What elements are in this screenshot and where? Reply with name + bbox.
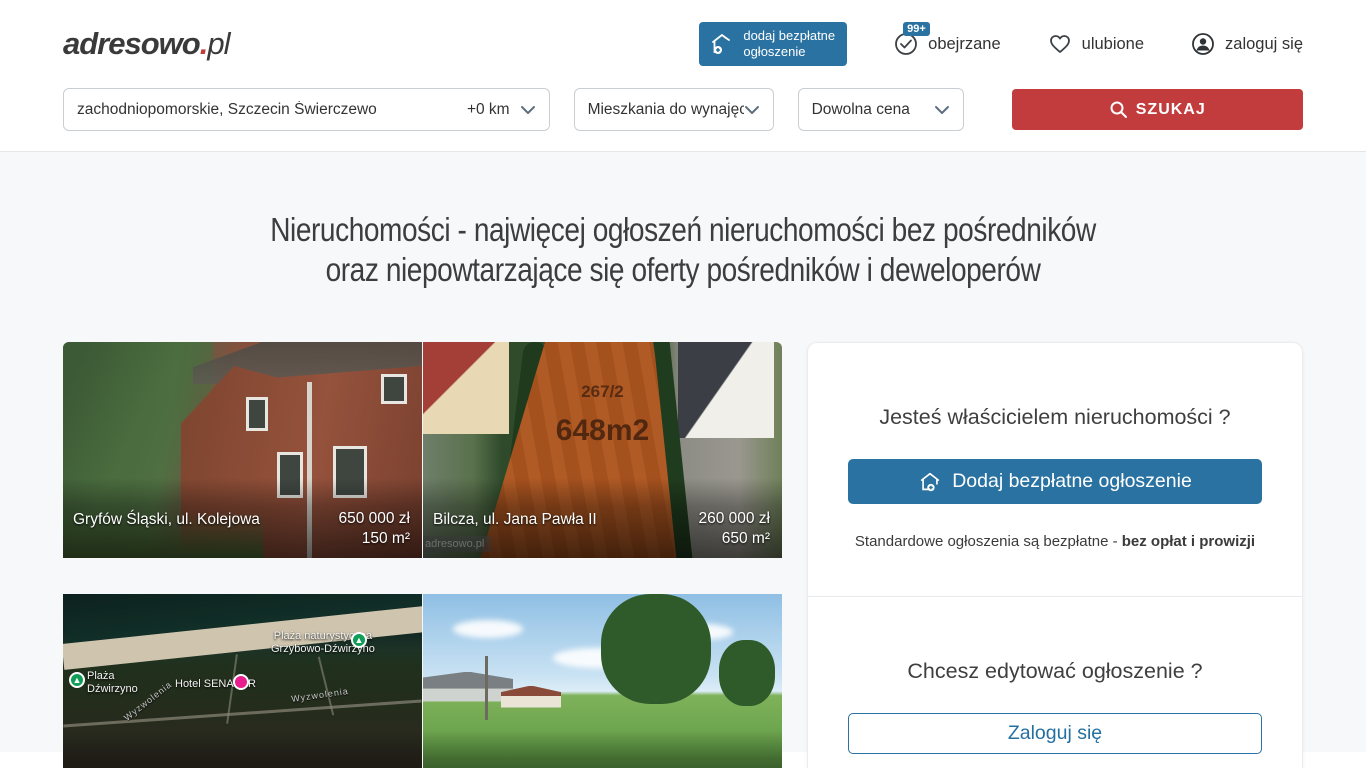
top-nav: dodaj bezpłatne ogłoszenie 99+ obejrzane… [699, 22, 1303, 65]
nav-login-label: zaloguj się [1225, 35, 1303, 54]
add-listing-label-line1: dodaj bezpłatne [743, 28, 835, 43]
map-pin-pink-icon [233, 674, 249, 690]
listing-caption: Dźwirzyno, ul. Wyzwolenia zapytaj [63, 730, 422, 768]
magnifier-icon [1109, 100, 1128, 119]
chevron-down-icon [744, 105, 760, 115]
category-select[interactable]: Mieszkania do wynajęc [574, 88, 774, 131]
price-select[interactable]: Dowolna cena [798, 88, 964, 131]
logo[interactable]: adresowo.pl [63, 26, 229, 62]
sidebar: Jesteś właścicielem nieruchomości ? [807, 342, 1303, 768]
person-circle-icon [1190, 31, 1216, 57]
category-value: Mieszkania do wynajęc [588, 101, 744, 119]
radius-dropdown[interactable]: +0 km [467, 101, 536, 119]
plot-area-label: 648m2 [423, 414, 782, 448]
logo-tld: pl [207, 26, 229, 61]
photo-tree [601, 594, 711, 704]
viewed-count-badge: 99+ [903, 22, 930, 36]
map-road [63, 699, 421, 727]
sidebar-add-listing-button[interactable]: Dodaj bezpłatne ogłoszenie [848, 459, 1262, 504]
listing-card[interactable]: Gryfów Śląski, ul. Kolejowa 650 000 zł 1… [63, 342, 422, 558]
sidebar-login-button[interactable]: Zaloguj się [848, 713, 1262, 754]
location-input[interactable]: zachodniopomorskie, Szczecin Świerczewo … [63, 88, 550, 131]
house-plus-icon [709, 31, 735, 57]
listing-area: 650 m² [722, 530, 770, 547]
listing-location: Gryfów Śląski, ul. Kolejowa [73, 509, 260, 529]
location-value: zachodniopomorskie, Szczecin Świerczewo [77, 101, 377, 119]
owner-note: Standardowe ogłoszenia są bezpłatne - be… [848, 533, 1262, 550]
add-listing-label-line2: ogłoszenie [743, 44, 805, 59]
header: adresowo.pl dodaj bezpłatne ogłoszenie [63, 0, 1303, 88]
map-street-label: Wyzwolenia [291, 686, 350, 704]
nav-favorites-label: ulubione [1082, 35, 1144, 54]
listings-grid: Gryfów Śląski, ul. Kolejowa 650 000 zł 1… [63, 342, 782, 768]
listing-location: Bilcza, ul. Jana Pawła II [433, 509, 597, 529]
plot-number-label: 267/2 [423, 382, 782, 402]
listing-caption: Grojec, ul. Bagienna 801 000 zł [423, 730, 782, 768]
listing-price: 260 000 zł [698, 510, 770, 527]
photo-window [381, 374, 407, 404]
heart-icon [1047, 31, 1073, 57]
photo-tree [719, 640, 775, 706]
add-listing-label: dodaj bezpłatne ogłoszenie [743, 28, 835, 59]
logo-name: adresowo [63, 26, 200, 61]
chevron-down-icon [520, 105, 536, 115]
page-title: Nieruchomości - najwięcej ogłoszeń nieru… [102, 210, 1263, 290]
listing-card[interactable]: Grojec, ul. Bagienna 801 000 zł [423, 594, 782, 768]
page-title-line2: oraz niepowtarzające się oferty pośredni… [326, 251, 1041, 288]
listing-caption: Gryfów Śląski, ul. Kolejowa 650 000 zł 1… [63, 478, 422, 558]
map-label-beach-left: Plaża Dźwirzyno [87, 670, 138, 696]
sidebar-add-listing-label: Dodaj bezpłatne ogłoszenie [952, 470, 1192, 493]
chevron-down-icon [934, 105, 950, 115]
nav-viewed-label: obejrzane [928, 35, 1000, 54]
check-circle-icon: 99+ [893, 31, 919, 57]
add-listing-button[interactable]: dodaj bezpłatne ogłoszenie [699, 22, 847, 65]
listing-caption: Bilcza, ul. Jana Pawła II 260 000 zł 650… [423, 478, 782, 558]
main-content: Nieruchomości - najwięcej ogłoszeń nieru… [0, 152, 1366, 752]
edit-section: Chcesz edytować ogłoszenie ? Zaloguj się… [808, 596, 1302, 768]
price-value: Dowolna cena [812, 101, 910, 119]
search-button[interactable]: SZUKAJ [1012, 89, 1303, 130]
map-pin-green-icon: ▲ [351, 632, 367, 648]
nav-login[interactable]: zaloguj się [1190, 31, 1303, 57]
edit-section-title: Chcesz edytować ogłoszenie ? [848, 659, 1262, 684]
listing-price: 650 000 zł [338, 510, 410, 527]
listing-card[interactable]: Plaża naturystyczna Grzybowo-Dźwirzyno ▲… [63, 594, 422, 768]
page-title-line1: Nieruchomości - najwięcej ogłoszeń nieru… [270, 211, 1096, 248]
nav-viewed[interactable]: 99+ obejrzane [893, 31, 1000, 57]
search-bar: zachodniopomorskie, Szczecin Świerczewo … [63, 88, 1303, 151]
photo-house [423, 672, 513, 702]
radius-value: +0 km [467, 101, 510, 119]
owner-section: Jesteś właścicielem nieruchomości ? [808, 343, 1302, 596]
map-pin-green-icon: ▲ [69, 672, 85, 688]
listing-card[interactable]: 267/2 648m2 adresowo.pl Bilcza, ul. Jana… [423, 342, 782, 558]
listing-area: 150 m² [362, 530, 410, 547]
search-button-label: SZUKAJ [1136, 101, 1206, 119]
sidebar-card: Jesteś właścicielem nieruchomości ? [807, 342, 1303, 768]
nav-favorites[interactable]: ulubione [1047, 31, 1144, 57]
owner-section-title: Jesteś właścicielem nieruchomości ? [848, 405, 1262, 430]
photo-cloud [453, 620, 523, 638]
photo-window [246, 397, 268, 431]
photo-power-pole [485, 656, 488, 720]
house-plus-icon [918, 470, 942, 494]
